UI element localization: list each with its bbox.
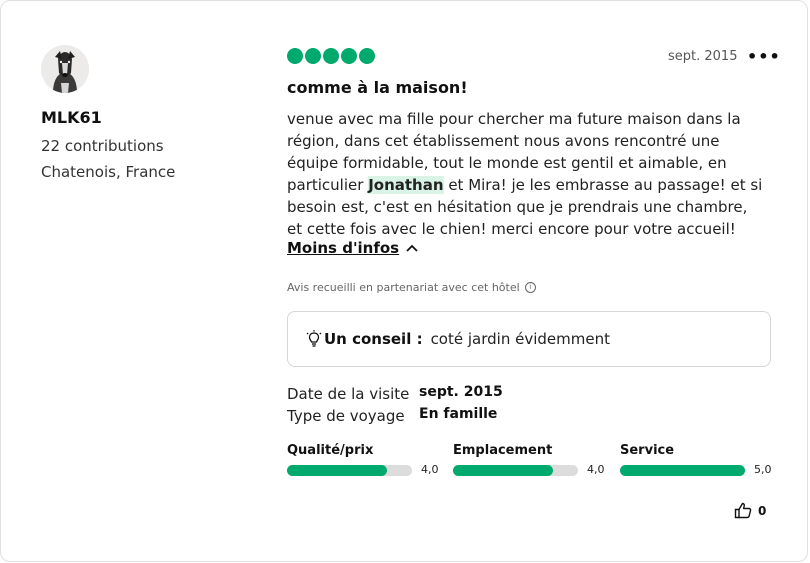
highlighted-name: Jonathan bbox=[368, 176, 444, 194]
partner-note: Avis recueilli en partenariat avec cet h… bbox=[287, 281, 536, 294]
trip-type-value: En famille bbox=[419, 406, 498, 422]
rating-dot bbox=[287, 48, 303, 64]
user-contributions: 22 contributions bbox=[41, 137, 164, 155]
sub-rating-value: 4,0 bbox=[421, 463, 439, 476]
visit-date-value: sept. 2015 bbox=[419, 384, 503, 400]
user-location: Chatenois, France bbox=[41, 163, 176, 181]
more-options-icon[interactable]: ••• bbox=[747, 47, 781, 66]
less-info-label: Moins d'infos bbox=[287, 239, 400, 257]
rating-bar-fill bbox=[620, 465, 745, 476]
sub-rating-value-for-money: Qualité/prix 4,0 bbox=[287, 443, 447, 476]
visit-date-label: Date de la visite bbox=[287, 385, 410, 403]
review-date: sept. 2015 bbox=[668, 49, 738, 64]
helpful-count: 0 bbox=[758, 503, 767, 518]
lightbulb-icon bbox=[306, 330, 322, 347]
tip-label: Un conseil : bbox=[324, 330, 423, 348]
less-info-link[interactable]: Moins d'infos bbox=[287, 239, 419, 257]
sub-rating-label: Emplacement bbox=[453, 443, 553, 458]
sub-rating-label: Service bbox=[620, 443, 675, 458]
user-name[interactable]: MLK61 bbox=[41, 108, 102, 127]
user-avatar[interactable] bbox=[41, 45, 89, 93]
thumbs-up-icon bbox=[734, 502, 752, 519]
sub-rating-location: Emplacement 4,0 bbox=[453, 443, 613, 476]
helpful-button[interactable]: 0 bbox=[734, 502, 766, 519]
review-card: MLK61 22 contributions Chatenois, France… bbox=[0, 0, 808, 562]
review-text: venue avec ma fille pour chercher ma fut… bbox=[287, 108, 765, 240]
rating-bar bbox=[620, 465, 745, 476]
dog-avatar-image bbox=[41, 45, 89, 93]
chevron-up-icon bbox=[406, 244, 418, 252]
partner-note-text: Avis recueilli en partenariat avec cet h… bbox=[287, 281, 520, 294]
info-icon[interactable]: i bbox=[524, 282, 536, 293]
rating-dot bbox=[305, 48, 321, 64]
rating-dot bbox=[341, 48, 357, 64]
rating-bar bbox=[287, 465, 412, 476]
sub-rating-value: 4,0 bbox=[587, 463, 605, 476]
trip-type-label: Type de voyage bbox=[287, 407, 405, 425]
sub-rating-label: Qualité/prix bbox=[287, 443, 374, 458]
rating-dot bbox=[323, 48, 339, 64]
review-rating bbox=[287, 48, 375, 64]
tip-box: Un conseil : coté jardin évidemment bbox=[287, 311, 771, 367]
rating-bar-fill bbox=[287, 465, 387, 476]
rating-dot bbox=[359, 48, 375, 64]
rating-bar bbox=[453, 465, 578, 476]
review-title[interactable]: comme à la maison! bbox=[287, 78, 468, 97]
sub-rating-value: 5,0 bbox=[754, 463, 772, 476]
tip-text: coté jardin évidemment bbox=[430, 330, 610, 348]
sub-rating-service: Service 5,0 bbox=[620, 443, 780, 476]
rating-bar-fill bbox=[453, 465, 553, 476]
